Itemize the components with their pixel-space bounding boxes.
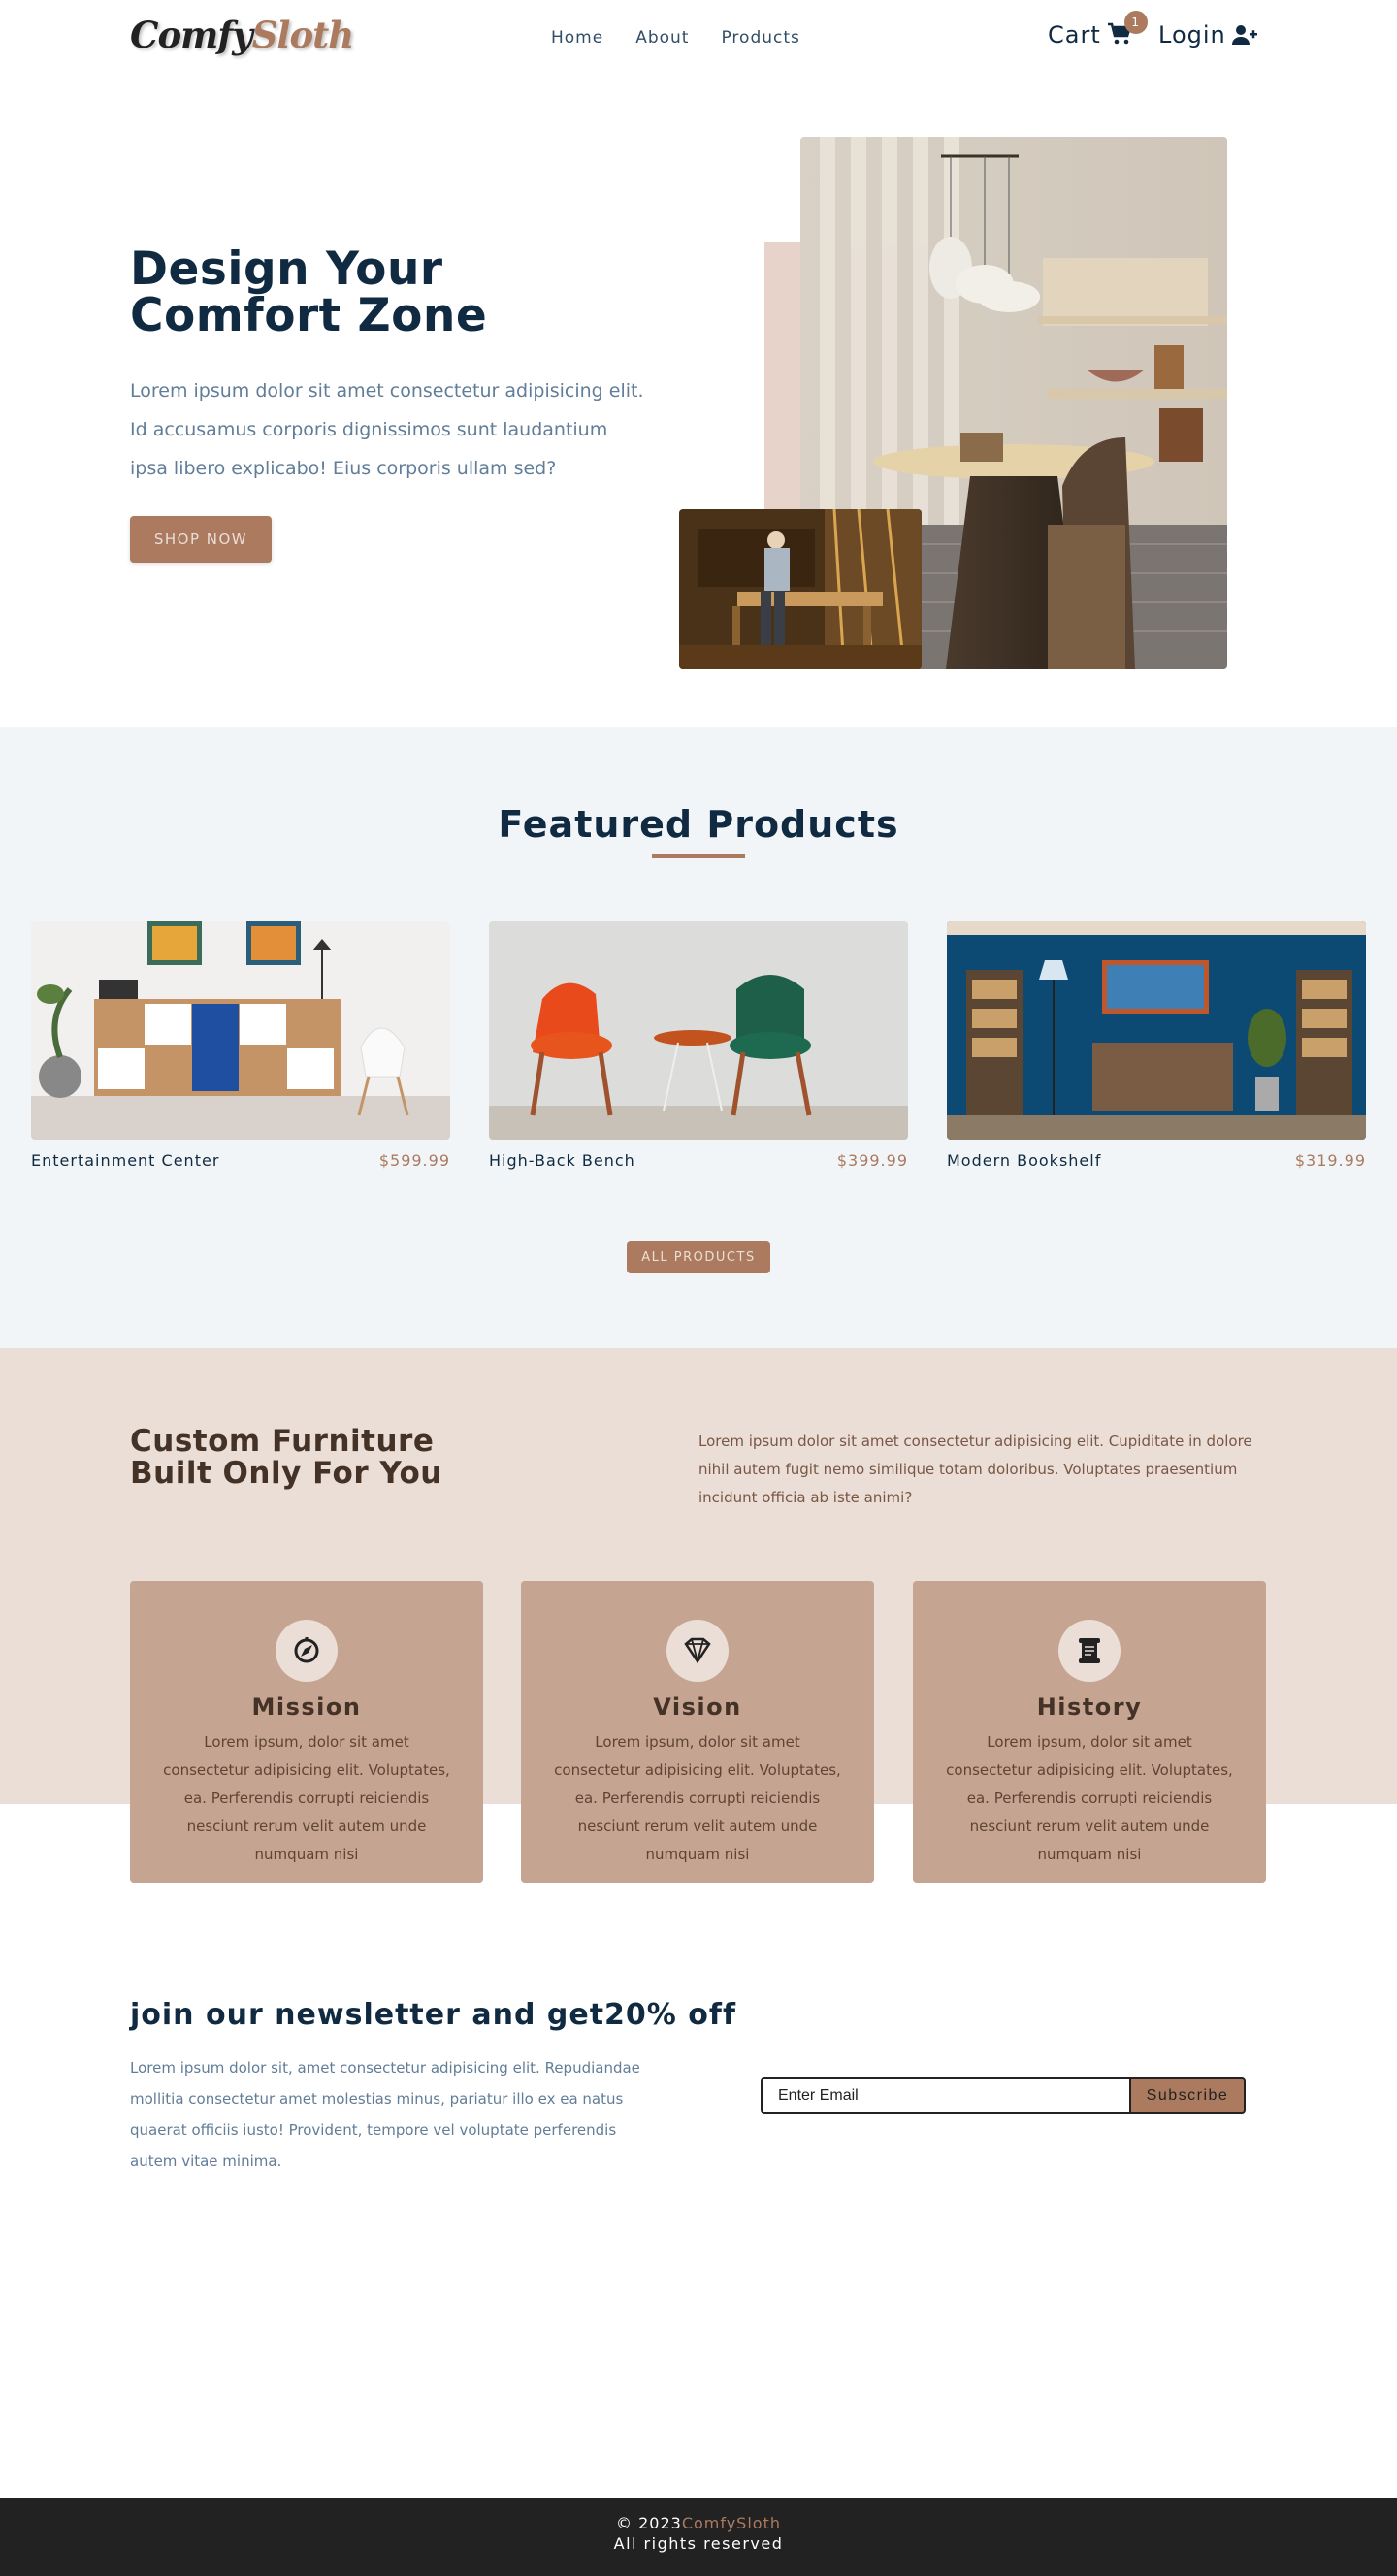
cart-label: Cart xyxy=(1048,21,1101,48)
service-card-text: Lorem ipsum, dolor sit amet consectetur … xyxy=(946,1733,1233,1863)
email-input[interactable] xyxy=(761,2077,1129,2114)
user-plus-icon xyxy=(1231,25,1257,45)
product-name: Entertainment Center xyxy=(31,1151,220,1170)
hero-title-line1: Design Your xyxy=(130,242,443,296)
product-price: $599.99 xyxy=(378,1151,450,1170)
hero-section: Design Your Comfort Zone Lorem ipsum dol… xyxy=(0,78,1397,727)
newsletter-title: join our newsletter and get20% off xyxy=(130,1998,737,2032)
hero-description: Lorem ipsum dolor sit amet consectetur a… xyxy=(130,380,644,479)
service-card-title: Vision xyxy=(653,1693,742,1721)
services-title-line1: Custom Furniture xyxy=(130,1424,435,1459)
hero-title: Design Your Comfort Zone xyxy=(130,246,487,339)
services-title-line2: Built Only For You xyxy=(130,1456,442,1491)
product-card[interactable]: Entertainment Center $599.99 xyxy=(31,921,450,1170)
services-description: Lorem ipsum dolor sit amet consectetur a… xyxy=(698,1433,1252,1506)
service-card-history: History Lorem ipsum, dolor sit amet cons… xyxy=(913,1581,1266,1883)
all-products-button[interactable]: ALL PRODUCTS xyxy=(627,1241,770,1273)
login-button[interactable]: Login xyxy=(1158,21,1257,48)
featured-section: Featured Products Entertainment Center $… xyxy=(0,727,1397,1348)
scroll-icon-wrap xyxy=(1058,1620,1121,1682)
footer-brand: ComfySloth xyxy=(681,2514,781,2532)
product-card[interactable]: Modern Bookshelf $319.99 xyxy=(947,921,1366,1170)
service-card-title: Mission xyxy=(251,1693,362,1721)
services-title: Custom Furniture Built Only For You xyxy=(130,1426,442,1490)
navbar: ComfySloth Home About Products Cart 1 Lo… xyxy=(0,0,1397,78)
product-card[interactable]: High-Back Bench $399.99 xyxy=(489,921,908,1170)
nav-link-about[interactable]: About xyxy=(635,28,689,48)
nav-link-products[interactable]: Products xyxy=(721,28,799,48)
brand-logo-part2: Sloth xyxy=(251,14,354,56)
featured-title: Featured Products xyxy=(498,803,899,846)
newsletter-form: Subscribe xyxy=(761,2077,1246,2114)
services-section: Custom Furniture Built Only For You Lore… xyxy=(0,1348,1397,1920)
newsletter-section: join our newsletter and get20% off Lorem… xyxy=(0,1920,1397,2498)
cart-icon-wrap: 1 xyxy=(1107,11,1148,48)
service-card-title: History xyxy=(1036,1693,1143,1721)
service-card-vision: Vision Lorem ipsum, dolor sit amet conse… xyxy=(521,1581,874,1883)
footer: © 2023ComfySloth All rights reserved xyxy=(0,2498,1397,2576)
service-card-text: Lorem ipsum, dolor sit amet consectetur … xyxy=(554,1733,841,1863)
product-price: $319.99 xyxy=(1294,1151,1366,1170)
product-image[interactable] xyxy=(489,921,908,1140)
scroll-icon xyxy=(1079,1638,1100,1663)
service-card-mission: Mission Lorem ipsum, dolor sit amet cons… xyxy=(130,1581,483,1883)
hero-title-line2: Comfort Zone xyxy=(130,289,488,342)
product-name: Modern Bookshelf xyxy=(947,1151,1102,1170)
diamond-icon-wrap xyxy=(666,1620,729,1682)
product-name: High-Back Bench xyxy=(489,1151,635,1170)
product-image[interactable] xyxy=(31,921,450,1140)
cart-count-badge: 1 xyxy=(1123,11,1148,34)
title-underline xyxy=(652,854,745,858)
product-image[interactable] xyxy=(947,921,1366,1140)
brand-logo-part1: Comfy xyxy=(130,14,253,56)
hero-secondary-image xyxy=(679,509,922,669)
nav-links: Home About Products xyxy=(551,28,800,48)
brand-logo[interactable]: ComfySloth xyxy=(130,14,354,56)
nav-link-home[interactable]: Home xyxy=(551,28,603,48)
login-label: Login xyxy=(1158,21,1226,48)
product-price: $399.99 xyxy=(836,1151,908,1170)
service-card-text: Lorem ipsum, dolor sit amet consectetur … xyxy=(163,1733,450,1863)
cart-button[interactable]: Cart 1 xyxy=(1048,11,1148,48)
compass-icon-wrap xyxy=(276,1620,338,1682)
subscribe-button[interactable]: Subscribe xyxy=(1129,2077,1246,2114)
footer-copyright: © 2023 xyxy=(616,2514,682,2532)
shop-now-button[interactable]: SHOP NOW xyxy=(130,516,272,563)
diamond-icon xyxy=(684,1637,711,1664)
footer-copyright-line: © 2023ComfySloth xyxy=(0,2498,1397,2532)
newsletter-description: Lorem ipsum dolor sit, amet consectetur … xyxy=(130,2059,640,2170)
compass-icon xyxy=(294,1637,319,1663)
